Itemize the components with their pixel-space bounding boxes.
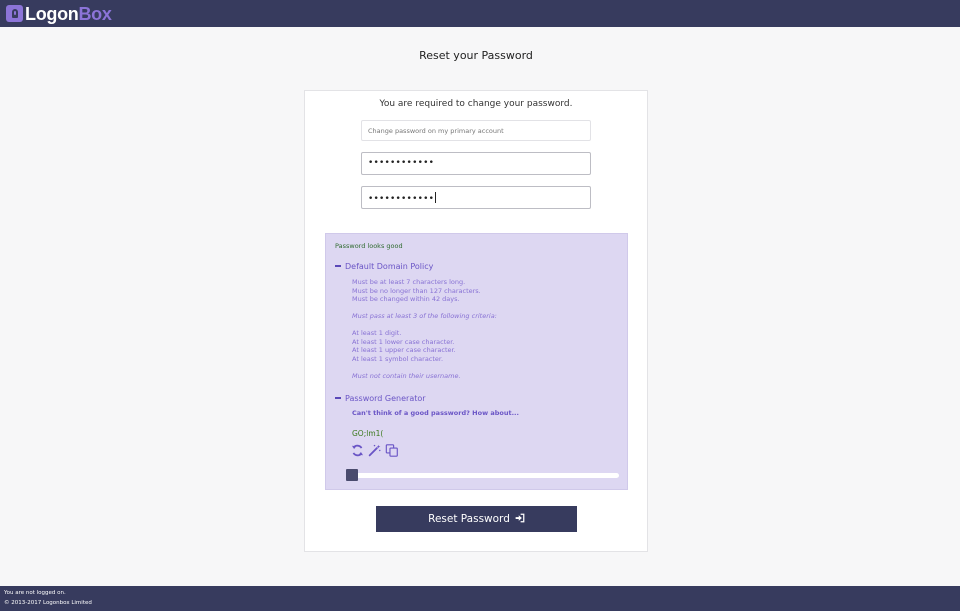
- length-rules: Must be at least 7 characters long. Must…: [352, 278, 481, 304]
- logo-text: LogonBox: [25, 5, 112, 23]
- keyhole-icon: [6, 5, 23, 22]
- length-slider-handle[interactable]: [346, 469, 358, 481]
- confirm-password-input[interactable]: ••••••••••••: [361, 186, 591, 209]
- reset-password-button[interactable]: Reset Password: [376, 506, 577, 532]
- criteria-list: At least 1 digit. At least 1 lower case …: [352, 329, 456, 363]
- policy-section-toggle[interactable]: Default Domain Policy: [335, 262, 433, 271]
- collapse-icon: [335, 265, 341, 267]
- username-rule: Must not contain their username.: [352, 372, 461, 380]
- logo-text-part2: Box: [78, 3, 112, 24]
- password-policy-panel: Password looks good Default Domain Polic…: [325, 233, 628, 490]
- collapse-icon: [335, 397, 341, 399]
- copy-icon[interactable]: [385, 444, 399, 457]
- policy-rule: Must be changed within 42 days.: [352, 295, 460, 303]
- top-bar: LogonBox: [0, 0, 960, 27]
- new-password-input[interactable]: ••••••••••••: [361, 152, 591, 175]
- criteria-item: At least 1 lower case character.: [352, 337, 455, 346]
- policy-rule: Must be at least 7 characters long.: [352, 278, 466, 286]
- logonbox-logo[interactable]: LogonBox: [6, 3, 112, 24]
- generator-section-title: Password Generator: [345, 394, 426, 403]
- page-title: Reset your Password: [419, 49, 533, 62]
- policy-section-title: Default Domain Policy: [345, 262, 434, 271]
- confirm-password-value: ••••••••••••: [368, 192, 437, 204]
- criteria-heading: Must pass at least 3 of the following cr…: [352, 312, 497, 320]
- suggested-password[interactable]: GO;lm1(: [352, 429, 383, 438]
- generator-actions: [351, 444, 399, 457]
- password-status: Password looks good: [335, 242, 403, 250]
- account-field-value: Change password on my primary account: [368, 127, 504, 135]
- change-password-notice: You are required to change your password…: [379, 99, 573, 109]
- magic-wand-icon[interactable]: [368, 444, 381, 457]
- reset-password-label: Reset Password: [428, 513, 510, 525]
- generator-prompt: Can't think of a good password? How abou…: [352, 409, 519, 417]
- copyright: © 2013-2017 Logonbox Limited: [4, 600, 92, 606]
- reset-password-card: You are required to change your password…: [304, 90, 648, 552]
- login-status: You are not logged on.: [4, 590, 66, 596]
- text-cursor: [435, 192, 437, 203]
- criteria-item: At least 1 digit.: [352, 329, 402, 337]
- sign-in-icon: [515, 513, 525, 526]
- length-slider-track[interactable]: [346, 473, 619, 478]
- criteria-item: At least 1 upper case character.: [352, 346, 456, 354]
- footer: You are not logged on. © 2013-2017 Logon…: [0, 586, 960, 611]
- criteria-item: At least 1 symbol character.: [352, 354, 444, 363]
- logo-text-part1: Logon: [25, 3, 79, 24]
- refresh-icon[interactable]: [351, 444, 364, 457]
- policy-rule: Must be no longer than 127 characters.: [352, 286, 481, 295]
- generator-section-toggle[interactable]: Password Generator: [335, 394, 426, 403]
- new-password-value: ••••••••••••: [368, 158, 435, 168]
- account-field: Change password on my primary account: [361, 120, 591, 141]
